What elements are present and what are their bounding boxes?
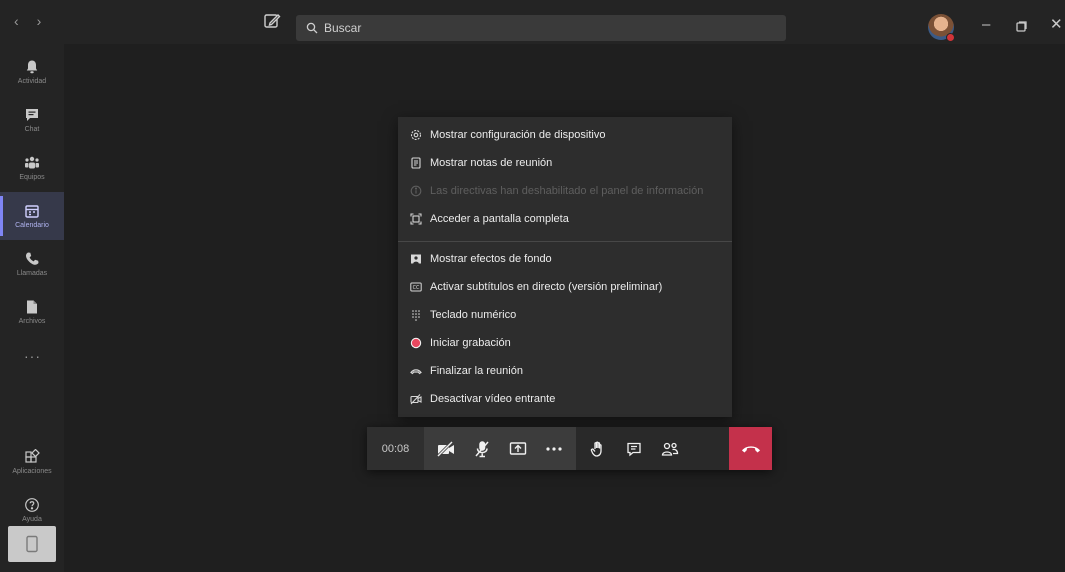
menu-item-device-settings[interactable]: Mostrar configuración de dispositivo [398,121,732,149]
rail-label: Llamadas [16,270,48,277]
menu-item-dial-pad[interactable]: Teclado numérico [398,301,732,329]
hang-up-button[interactable] [729,427,772,470]
menu-divider [398,241,732,242]
rail-item-activity[interactable]: Actividad [0,48,64,96]
device-button[interactable] [8,526,56,562]
captions-icon: CC [410,282,422,292]
back-arrow-icon[interactable]: ‹ [14,13,19,29]
share-screen-icon [509,441,527,455]
rail-label: Calendario [15,222,49,229]
call-timer: 00:08 [367,427,424,470]
background-effects-icon [411,254,421,264]
menu-item-meeting-notes[interactable]: Mostrar notas de reunión [398,149,732,177]
more-actions-menu: Mostrar configuración de dispositivo Mos… [398,117,732,417]
rail-label: Equipos [19,174,45,181]
raise-hand-icon [590,440,602,457]
menu-item-fullscreen[interactable]: Acceder a pantalla completa [398,205,732,233]
meeting-controls [576,427,692,470]
rail-item-teams[interactable]: Equipos [0,144,64,192]
menu-item-label: Teclado numérico [430,309,517,321]
rail-label: Archivos [18,318,46,325]
minimize-icon[interactable]: – [982,17,990,32]
video-off-icon [410,394,422,405]
compose-icon[interactable] [262,11,282,31]
svg-text:CC: CC [413,285,420,291]
media-controls [424,427,576,470]
hang-up-icon [741,445,760,452]
menu-item-label: Activar subtítulos en directo (versión p… [430,281,663,293]
search-input[interactable]: Buscar [296,15,786,41]
rail-item-calendar[interactable]: Calendario [0,192,64,240]
rail-label: Ayuda [22,516,42,523]
rail-label: Actividad [17,78,47,85]
forward-arrow-icon[interactable]: › [37,13,42,29]
more-apps-icon[interactable]: ··· [24,348,41,364]
chat-icon [26,109,38,121]
show-participants-button[interactable] [652,427,688,470]
gear-icon [410,129,422,141]
history-nav: ‹ › [14,13,41,29]
rail-item-files[interactable]: Archivos [0,288,64,336]
more-horizontal-icon [546,446,562,451]
notes-icon [411,157,421,169]
share-screen-button[interactable] [500,427,536,470]
bell-icon [26,60,38,74]
menu-item-label: Iniciar grabación [430,337,511,349]
rail-label: Aplicaciones [12,468,52,475]
menu-item-label: Acceder a pantalla completa [430,213,569,225]
menu-item-live-captions[interactable]: CC Activar subtítulos en directo (versió… [398,273,732,301]
camera-toggle-button[interactable] [428,427,464,470]
camera-off-icon [436,440,454,457]
menu-item-label: Finalizar la reunión [430,365,523,377]
end-meeting-icon [410,369,422,375]
calendar-icon [25,205,39,218]
call-controls-bar: 00:08 [367,427,772,470]
menu-item-end-meeting[interactable]: Finalizar la reunión [398,357,732,385]
show-conversation-button[interactable] [616,427,652,470]
search-icon [306,22,318,34]
presence-busy-badge [946,33,955,42]
more-actions-button[interactable] [536,427,572,470]
files-icon [27,300,37,314]
record-icon [410,337,422,349]
menu-item-label: Mostrar notas de reunión [430,157,553,169]
help-icon [25,498,39,512]
fullscreen-icon [410,213,422,225]
mobile-device-icon [26,535,38,553]
restore-icon[interactable] [1016,21,1027,32]
keypad-icon [412,310,420,321]
menu-item-background-effects[interactable]: Mostrar efectos de fondo [398,245,732,273]
menu-item-label: Mostrar configuración de dispositivo [430,129,606,141]
raise-hand-button[interactable] [580,427,616,470]
menu-item-info-panel-disabled: Las directivas han deshabilitado el pane… [398,177,732,205]
rail-item-chat[interactable]: Chat [0,96,64,144]
app-rail: Actividad Chat Equipos Calendario Llamad… [0,44,64,572]
close-icon[interactable]: ✕ [1050,17,1063,32]
rail-item-apps[interactable]: Aplicaciones [0,438,64,486]
rail-label: Chat [24,126,40,133]
participants-icon [661,442,679,456]
chat-icon [627,442,641,456]
menu-item-label: Mostrar efectos de fondo [430,253,552,265]
menu-item-label: Desactivar vídeo entrante [430,393,556,405]
rail-item-calls[interactable]: Llamadas [0,240,64,288]
title-bar: ‹ › Buscar – ✕ [0,0,1065,44]
menu-item-start-recording[interactable]: Iniciar grabación [398,329,732,357]
phone-icon [25,252,39,265]
teams-icon [25,156,39,169]
apps-icon [25,449,40,463]
mic-toggle-button[interactable] [464,427,500,470]
menu-item-label: Las directivas han deshabilitado el pane… [430,185,704,197]
menu-item-turn-off-incoming-video[interactable]: Desactivar vídeo entrante [398,385,732,413]
info-icon [410,185,422,197]
search-placeholder: Buscar [324,21,362,35]
mic-off-icon [475,440,489,457]
